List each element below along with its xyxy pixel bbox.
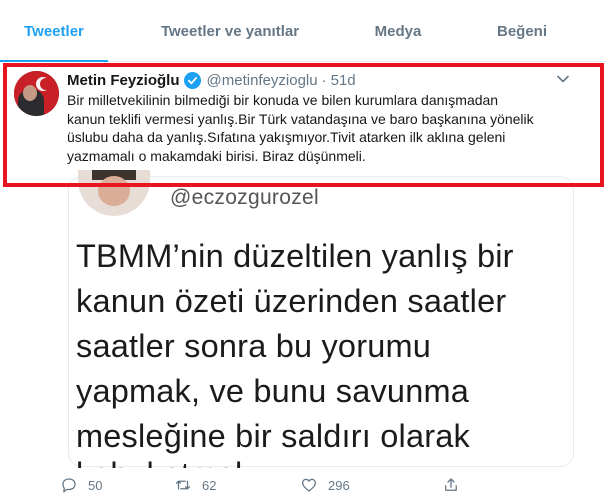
verified-badge-icon [183,71,201,89]
media-text-line: kanun özeti üzerinden saatler [76,283,507,319]
tweet-text-line: üslubu daha da yanlış.Sıfatına yakışmıyo… [67,129,506,145]
tweet-text-line: kanun teklifi vermesi yanlış.Bir Türk va… [67,110,534,127]
tweet-text-line: Bir milletvekilinin bilmediği bir konuda… [67,92,499,108]
separator-dot: · [321,71,327,89]
tab-tweets-and-replies[interactable]: Tweetler ve yanıtlar [150,0,310,62]
tab-tweets-and-replies-label: Tweetler ve yanıtlar [160,22,300,40]
media-text-line: TBMM’nin düzeltilen yanlış bir [76,238,514,274]
retweet-count: 62 [202,477,217,493]
tab-tweets-label: Tweetler [24,22,84,40]
profile-tabs: Tweetler Tweetler ve yanıtlar Medya Beğe… [0,0,606,62]
media-text-line: saatler sonra bu yorumu [76,328,432,364]
tab-likes[interactable]: Beğeni [488,0,556,62]
tab-likes-label: Beğeni [496,22,547,40]
author-name[interactable]: Metin Feyzioğlu [67,72,180,89]
media-text-line: yapmak, ve bunu savunma [76,373,470,409]
reply-button[interactable]: 50 [60,476,102,494]
author-handle[interactable]: @metinfeyzioglu [207,72,318,89]
tab-tweets[interactable]: Tweetler [0,0,108,62]
media-handle: @eczozgurozel [170,186,319,209]
like-count: 296 [328,477,350,493]
tweet-time[interactable]: 51d [331,72,356,89]
heart-icon [301,478,317,492]
active-tab-indicator [0,60,108,62]
media-text-line: mesleğine bir saldırı olarak [76,418,470,454]
like-button[interactable]: 296 [300,476,350,494]
tweet-header: Metin Feyzioğlu @metinfeyzioglu · 51d [67,70,356,90]
tweet-actions: 50 62 296 [60,470,580,500]
tab-media-label: Medya [374,22,422,40]
media-text-cut-line: kabul etmek [76,458,296,468]
reply-count: 50 [88,477,103,493]
media-text-cut-line-text: kabul etmek [76,458,251,468]
tab-media[interactable]: Medya [358,0,438,62]
author-avatar[interactable] [14,71,59,116]
retweet-icon [175,480,191,490]
tweet-text: Bir milletvekilinin bilmediği bir konuda… [67,91,587,165]
share-button[interactable] [442,476,470,494]
chevron-down-icon[interactable] [555,71,571,87]
tweet-text-line: yazmamalı o makamdaki birisi. Biraz düşü… [67,147,366,164]
retweet-button[interactable]: 62 [174,476,216,494]
reply-icon [62,478,76,493]
share-icon [445,478,457,491]
